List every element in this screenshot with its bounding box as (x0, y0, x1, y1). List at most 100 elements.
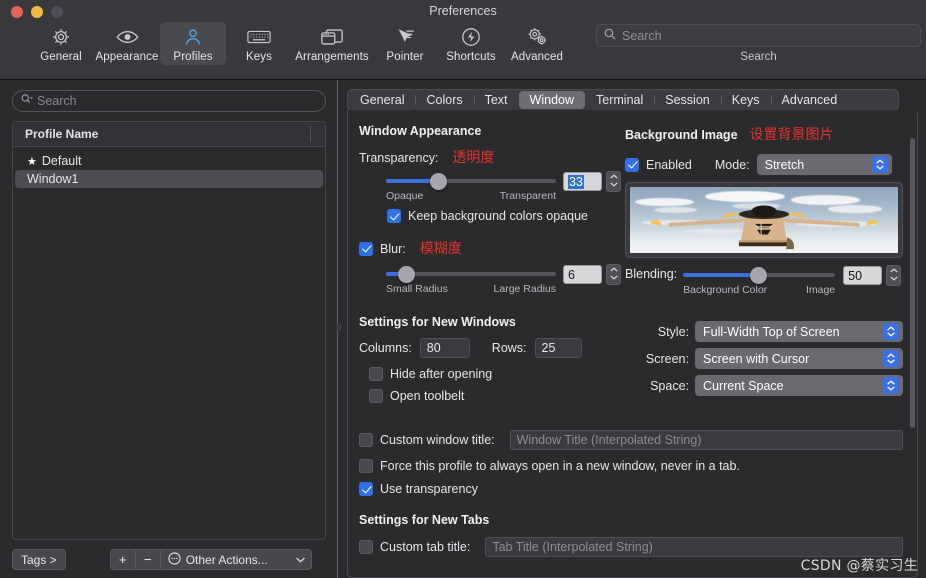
screen-select[interactable]: Screen with Cursor (695, 348, 903, 369)
add-profile-button[interactable]: + (111, 550, 136, 569)
eye-icon (116, 26, 139, 48)
profile-search-input[interactable]: Search (12, 90, 326, 112)
transparency-annotation: 透明度 (452, 150, 495, 166)
other-actions-label: Other Actions... (185, 552, 268, 567)
background-mode-select[interactable]: Stretch (756, 154, 892, 175)
toolbar-item-label: Advanced (511, 51, 563, 63)
window-title: Preferences (429, 4, 497, 18)
keep-bg-opaque-checkbox[interactable] (387, 209, 401, 223)
tab-window[interactable]: Window (518, 91, 586, 109)
blur-checkbox[interactable] (359, 241, 373, 256)
tab-advanced[interactable]: Advanced (770, 91, 849, 109)
blur-max-label: Large Radius (493, 283, 556, 295)
search-icon (21, 92, 33, 110)
search-icon (604, 27, 616, 45)
open-toolbelt-checkbox[interactable] (369, 389, 383, 403)
preview-image-content (630, 187, 898, 253)
background-enabled-checkbox[interactable] (625, 157, 639, 172)
stepper-down-icon (609, 182, 618, 189)
transparency-slider[interactable] (386, 173, 556, 190)
table-row[interactable]: Window1 (15, 170, 323, 188)
blur-value-input[interactable]: 6 (563, 265, 602, 284)
stepper-up-icon (890, 268, 898, 275)
stepper-down-icon (609, 275, 618, 282)
star-icon: ★ (27, 155, 37, 168)
chevron-updown-icon (883, 350, 899, 367)
profiles-table-header: Profile Name (13, 122, 325, 147)
column-header-profile-name[interactable]: Profile Name (13, 127, 98, 141)
tab-session[interactable]: Session (654, 91, 720, 109)
rows-input[interactable]: 25 (534, 338, 582, 358)
tab-keys[interactable]: Keys (720, 91, 771, 109)
screen-label: Screen: (645, 351, 689, 366)
toolbar-item-arrangements[interactable]: Arrangements (292, 22, 372, 65)
space-select[interactable]: Current Space (695, 375, 903, 396)
custom-window-title-label: Custom window title: (380, 433, 495, 447)
background-mode-label: Mode: (714, 157, 750, 172)
toolbar-item-keys[interactable]: Keys (226, 22, 292, 65)
toolbar-item-general[interactable]: General (28, 22, 94, 65)
space-value: Current Space (703, 378, 784, 393)
watermark: CSDN @蔡实习生 (800, 558, 918, 574)
section-settings-new-tabs: Settings for New Tabs (359, 513, 490, 527)
blending-max-label: Image (805, 284, 836, 296)
background-image-preview[interactable] (625, 182, 903, 258)
custom-tab-title-label: Custom tab title: (380, 540, 471, 554)
style-select[interactable]: Full-Width Top of Screen (695, 321, 903, 342)
custom-window-title-input[interactable]: Window Title (Interpolated String) (509, 430, 903, 450)
force-new-window-label: Force this profile to always open in a n… (380, 459, 740, 473)
rows-label: Rows: (491, 341, 527, 355)
blur-stepper[interactable] (606, 264, 621, 285)
transparency-value-input[interactable]: 33 (563, 172, 602, 191)
bolt-icon (461, 26, 481, 48)
tags-button[interactable]: Tags > (12, 549, 66, 570)
hide-after-opening-checkbox[interactable] (369, 367, 383, 381)
toolbar-item-profiles[interactable]: Profiles (160, 22, 226, 65)
sidebar-footer: Tags > + − Other Actions... (12, 549, 326, 570)
remove-profile-button[interactable]: − (136, 550, 161, 569)
profiles-table-body: ★ Default Window1 (13, 147, 325, 539)
tab-text[interactable]: Text (473, 91, 519, 109)
transparency-max-label: Transparent (499, 190, 556, 202)
blending-stepper[interactable] (886, 265, 902, 286)
transparency-stepper[interactable] (606, 171, 621, 192)
custom-tab-title-checkbox[interactable] (359, 540, 373, 554)
chevron-updown-icon (883, 323, 899, 340)
title-bar: Preferences General Appearance Profiles … (0, 0, 926, 80)
toolbar-item-shortcuts[interactable]: Shortcuts (438, 22, 504, 65)
gears-icon (526, 26, 549, 48)
toolbar-item-label: Profiles (173, 51, 213, 63)
use-transparency-label: Use transparency (380, 482, 478, 496)
blending-slider[interactable] (683, 267, 836, 284)
search-caption: Search (740, 51, 777, 63)
background-mode-value: Stretch (764, 157, 805, 172)
open-toolbelt-label: Open toolbelt (390, 389, 465, 403)
tab-terminal[interactable]: Terminal (585, 91, 654, 109)
panel-scrollbar[interactable] (910, 138, 915, 428)
use-transparency-checkbox[interactable] (359, 482, 373, 496)
toolbar-item-label: General (40, 51, 82, 63)
custom-window-title-checkbox[interactable] (359, 433, 373, 447)
search-input[interactable]: Search (596, 24, 921, 47)
toolbar-item-pointer[interactable]: Pointer (372, 22, 438, 65)
ellipsis-circle-icon (168, 551, 181, 568)
custom-tab-title-input[interactable]: Tab Title (Interpolated String) (485, 537, 903, 557)
tab-general[interactable]: General (349, 91, 415, 109)
other-actions-button[interactable]: Other Actions... (161, 550, 311, 569)
section-window-appearance: Window Appearance (359, 124, 482, 138)
blur-slider[interactable] (386, 266, 556, 283)
blending-min-label: Background Color (683, 284, 768, 296)
tab-colors[interactable]: Colors (415, 91, 473, 109)
force-new-window-checkbox[interactable] (359, 459, 373, 473)
blending-value-input[interactable]: 50 (843, 266, 883, 285)
table-row[interactable]: ★ Default (15, 152, 323, 170)
toolbar-item-advanced[interactable]: Advanced (504, 22, 570, 65)
screen-value: Screen with Cursor (703, 351, 810, 366)
section-background-image: Background Image (625, 128, 738, 142)
profile-name: Window1 (27, 172, 79, 186)
blur-annotation: 模糊度 (419, 241, 462, 257)
chevron-updown-icon (871, 156, 888, 173)
columns-input[interactable]: 80 (419, 338, 470, 358)
blur-label: Blur: (380, 241, 406, 256)
toolbar-item-appearance[interactable]: Appearance (94, 22, 160, 65)
